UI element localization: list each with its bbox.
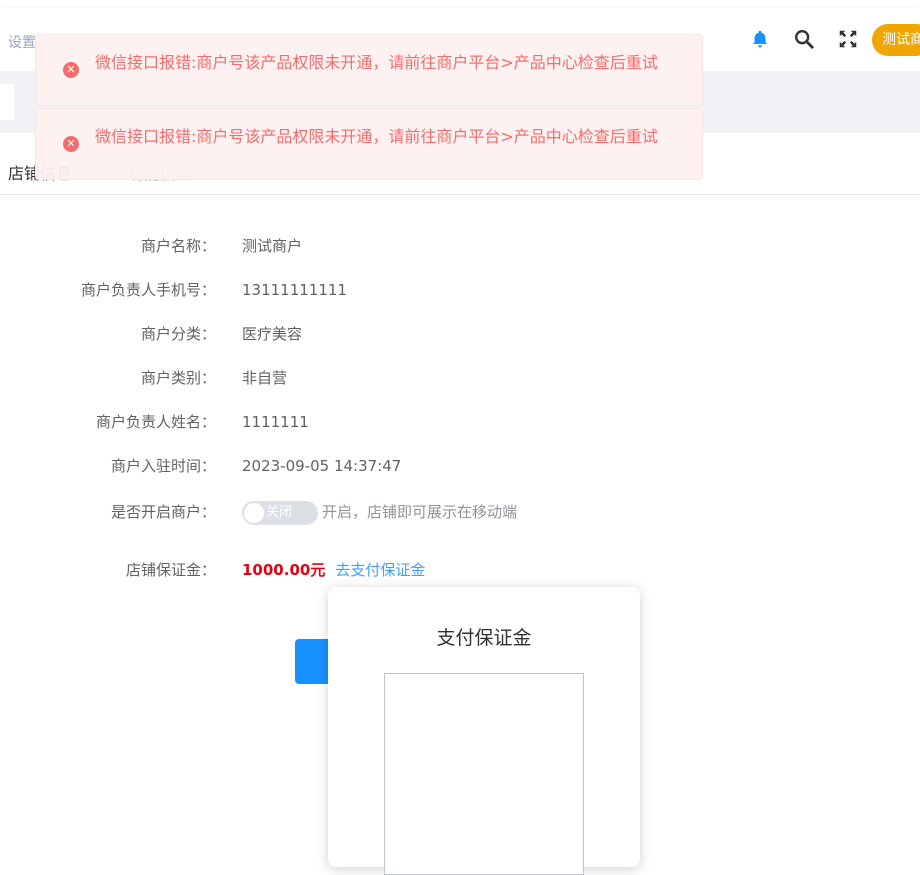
owner-name-label: 商户负责人姓名： (95, 413, 216, 431)
qr-code-image (384, 673, 584, 875)
form-row: 商户负责人手机号： 13111111111 (0, 280, 920, 300)
owner-phone-label: 商户负责人手机号： (80, 281, 216, 299)
switch-knob (244, 503, 264, 523)
open-merchant-switch[interactable]: 关闭 (242, 501, 318, 525)
form-row-deposit: 店铺保证金： 1000.00元 去支付保证金 (0, 560, 920, 580)
form-row: 商户名称： 测试商户 (0, 236, 920, 256)
form-row: 商户负责人姓名： 1111111 (0, 412, 920, 432)
breadcrumb[interactable]: 设置 (8, 32, 36, 52)
error-icon[interactable]: ✕ (63, 136, 79, 152)
owner-name-value: 1111111 (242, 413, 309, 431)
error-message-text: 微信接口报错:商户号该产品权限未开通，请前往商户平台>产品中心检查后重试 (95, 53, 658, 72)
merchant-name-value: 测试商户 (242, 237, 303, 255)
bell-icon[interactable] (749, 28, 771, 50)
error-message-toast: ✕ 微信接口报错:商户号该产品权限未开通，请前往商户平台>产品中心检查后重试 (35, 34, 703, 106)
switch-description: 开启，店铺即可展示在移动端 (322, 503, 518, 521)
form-row: 商户类别： 非自营 (0, 368, 920, 388)
open-merchant-label: 是否开启商户： (110, 503, 216, 521)
deposit-value: 1000.00元 去支付保证金 (242, 560, 425, 580)
pay-deposit-link[interactable]: 去支付保证金 (335, 561, 425, 579)
merchant-name-label: 商户名称： (140, 237, 216, 255)
switch-state-text: 关闭 (266, 505, 293, 520)
form-row: 商户分类： 医疗美容 (0, 324, 920, 344)
search-icon[interactable] (793, 28, 815, 50)
user-menu-button[interactable]: 测试商 (872, 24, 920, 56)
join-time-value: 2023-09-05 14:37:47 (242, 457, 402, 475)
dialog-title: 支付保证金 (436, 627, 532, 649)
form-row-open: 是否开启商户： 关闭 开启，店铺即可展示在移动端 (0, 501, 920, 525)
fullscreen-icon[interactable] (837, 28, 859, 50)
join-time-label: 商户入驻时间： (110, 457, 216, 475)
merchant-category-label: 商户分类： (140, 325, 216, 343)
deposit-label: 店铺保证金： (125, 561, 216, 579)
merchant-type-value: 非自营 (242, 369, 288, 387)
form-row: 商户入驻时间： 2023-09-05 14:37:47 (0, 456, 920, 476)
deposit-amount: 1000.00元 (242, 561, 326, 579)
owner-phone-value: 13111111111 (242, 281, 347, 299)
error-icon[interactable]: ✕ (63, 62, 79, 78)
tag-item[interactable] (0, 84, 14, 120)
merchant-category-value: 医疗美容 (242, 325, 303, 343)
error-message-text: 微信接口报错:商户号该产品权限未开通，请前往商户平台>产品中心检查后重试 (95, 127, 658, 146)
pay-deposit-dialog: 支付保证金 (328, 587, 640, 875)
error-message-toast: ✕ 微信接口报错:商户号该产品权限未开通，请前往商户平台>产品中心检查后重试 (35, 108, 703, 180)
merchant-type-label: 商户类别： (140, 369, 216, 387)
